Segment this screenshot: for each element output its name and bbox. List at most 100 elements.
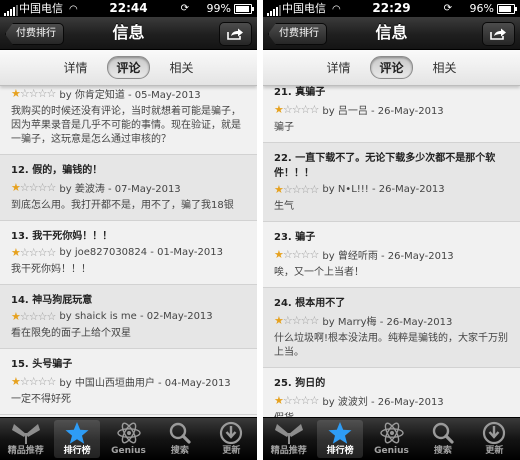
review-item[interactable]: 21. 真骗子 ★ ☆ ☆ ☆ ☆ by 吕一吕 - 26-May-2013 骗子: [263, 86, 520, 143]
star-empty-icon: ☆: [37, 181, 48, 194]
star-empty-icon: ☆: [309, 394, 320, 407]
star-empty-icon: ☆: [19, 246, 30, 259]
featured-icon: [0, 421, 51, 446]
star-filled-icon: ★: [274, 183, 284, 196]
star-rating: ★ ☆ ☆ ☆ ☆: [274, 314, 320, 327]
star-empty-icon: ☆: [291, 103, 302, 116]
review-meta: ★ ☆ ☆ ☆ ☆ by 曾经听雨 - 26-May-2013: [274, 247, 512, 262]
star-empty-icon: ☆: [28, 181, 39, 194]
review-author-date: by 吕一吕 - 26-May-2013: [322, 106, 444, 117]
tabbar-label: 搜索: [433, 446, 452, 456]
review-meta: ★ ☆ ☆ ☆ ☆ by shaick is me - 02-May-2013: [11, 310, 249, 323]
review-item[interactable]: 22. 一直下载不了。无论下载多少次都不是那个软件！！！ ★ ☆ ☆ ☆ ☆ by N•L!…: [263, 143, 520, 222]
reviews-list[interactable]: 21. 真骗子 ★ ☆ ☆ ☆ ☆ by 吕一吕 - 26-May-2013 骗子 22. 一直…: [263, 86, 520, 418]
star-empty-icon: ☆: [309, 183, 320, 196]
star-empty-icon: ☆: [28, 87, 39, 100]
tabbar-label: 更新: [222, 446, 241, 456]
tabbar-search[interactable]: 搜索: [417, 418, 468, 460]
star-icon: [314, 421, 365, 446]
star-empty-icon: ☆: [19, 310, 30, 323]
review-item[interactable]: 15. 头号骗子 ★ ☆ ☆ ☆ ☆ by 中国山西垣曲用户 - 04-May-2013 一定…: [0, 349, 257, 415]
tabbar-label: 排行榜: [326, 446, 354, 456]
star-empty-icon: ☆: [300, 314, 311, 327]
tabbar-genius[interactable]: Genius: [366, 418, 417, 460]
segmented-tabs: 详情 评论 相关: [263, 50, 520, 86]
share-icon: [227, 28, 243, 40]
tabbar-featured[interactable]: 精品推荐: [0, 418, 51, 460]
star-empty-icon: ☆: [309, 314, 320, 327]
star-empty-icon: ☆: [309, 248, 320, 261]
star-filled-icon: ★: [11, 87, 21, 100]
star-filled-icon: ★: [274, 394, 284, 407]
star-filled-icon: ★: [274, 248, 284, 261]
tabbar-updates[interactable]: 更新: [206, 418, 257, 460]
star-empty-icon: ☆: [46, 375, 57, 388]
review-body: 生气: [274, 201, 294, 212]
review-meta: ★ ☆ ☆ ☆ ☆ by Marry梅 - 26-May-2013: [274, 313, 512, 328]
review-body: 到底怎么用。我打开都不是，用不了，骗了我18银: [11, 200, 234, 211]
segmented-tabs: 详情 评论 相关: [0, 50, 257, 86]
navigation-bar: 付费排行 信息: [0, 17, 257, 50]
tab-bar: 精品推荐 排行榜 Genius 搜索 更新: [0, 417, 257, 460]
tabbar-updates[interactable]: 更新: [469, 418, 520, 460]
tabbar-genius[interactable]: Genius: [103, 418, 154, 460]
reviews-list[interactable]: ★ ☆ ☆ ☆ ☆ by 你肯定知道 - 05-May-2013 我购买的时候还没有评论，当…: [0, 86, 257, 418]
review-title: 12. 假的，骗钱的！: [11, 165, 103, 176]
star-empty-icon: ☆: [46, 246, 57, 259]
review-body: 骗子: [274, 122, 294, 133]
star-empty-icon: ☆: [37, 375, 48, 388]
star-empty-icon: ☆: [282, 314, 293, 327]
star-empty-icon: ☆: [282, 248, 293, 261]
review-meta: ★ ☆ ☆ ☆ ☆ by 吕一吕 - 26-May-2013: [274, 102, 512, 117]
star-empty-icon: ☆: [282, 394, 293, 407]
review-title: 21. 真骗子: [274, 87, 326, 98]
share-button[interactable]: [219, 22, 252, 46]
tab-reviews[interactable]: 评论: [370, 56, 413, 79]
review-meta: ★ ☆ ☆ ☆ ☆ by N•L!!! - 26-May-2013: [274, 183, 512, 196]
share-button[interactable]: [482, 22, 515, 46]
star-empty-icon: ☆: [19, 375, 30, 388]
star-rating: ★ ☆ ☆ ☆ ☆: [11, 246, 57, 259]
star-rating: ★ ☆ ☆ ☆ ☆: [274, 394, 320, 407]
updates-icon: [469, 421, 520, 446]
tab-related[interactable]: 相关: [425, 57, 465, 78]
review-item[interactable]: 13. 我干死你妈！！！ ★ ☆ ☆ ☆ ☆ by joe827030824 - 01-Ma…: [0, 221, 257, 285]
star-rating: ★ ☆ ☆ ☆ ☆: [11, 181, 56, 194]
star-filled-icon: ★: [274, 103, 284, 116]
search-icon: [417, 421, 468, 446]
star-empty-icon: ☆: [291, 394, 302, 407]
tabbar-top-charts[interactable]: 排行榜: [314, 418, 365, 460]
review-meta: ★ ☆ ☆ ☆ ☆ by 你肯定知道 - 05-May-2013: [11, 86, 249, 101]
tabbar-search[interactable]: 搜索: [154, 418, 205, 460]
star-empty-icon: ☆: [37, 310, 48, 323]
rotation-lock-icon: ⟳: [180, 3, 189, 14]
star-empty-icon: ☆: [291, 183, 302, 196]
review-item[interactable]: 12. 假的，骗钱的！ ★ ☆ ☆ ☆ ☆ by 姜波涛 - 07-May-2013 到底怎么…: [0, 155, 257, 221]
review-title: 14. 神马狗屁玩意: [11, 295, 93, 306]
tab-details[interactable]: 详情: [318, 57, 358, 78]
tabbar-top-charts[interactable]: 排行榜: [51, 418, 102, 460]
review-item[interactable]: 23. 骗子 ★ ☆ ☆ ☆ ☆ by 曾经听雨 - 26-May-2013 唉，又一个上当者…: [263, 222, 520, 288]
tab-reviews[interactable]: 评论: [107, 56, 150, 79]
star-empty-icon: ☆: [300, 103, 311, 116]
review-item[interactable]: 24. 根本用不了 ★ ☆ ☆ ☆ ☆ by Marry梅 - 26-May-2013 什么垃…: [263, 288, 520, 368]
review-title: 15. 头号骗子: [11, 359, 73, 370]
review-body: 什么垃圾啊!根本没法用。纯粹是骗钱的，大家千万别上当。: [274, 333, 509, 358]
tab-details[interactable]: 详情: [55, 57, 95, 78]
rotation-lock-icon: ⟳: [443, 3, 452, 14]
star-icon: [51, 421, 102, 446]
tabbar-featured[interactable]: 精品推荐: [263, 418, 314, 460]
tabbar-label: 更新: [485, 446, 504, 456]
tab-related[interactable]: 相关: [162, 57, 202, 78]
review-author-date: by Marry梅 - 26-May-2013: [322, 317, 453, 328]
star-empty-icon: ☆: [19, 181, 30, 194]
review-item[interactable]: 14. 神马狗屁玩意 ★ ☆ ☆ ☆ ☆ by shaick is me - 02-May-…: [0, 285, 257, 349]
review-body: 看在限免的面子上给个双星: [11, 328, 131, 339]
review-author-date: by 你肯定知道 - 05-May-2013: [59, 90, 201, 101]
star-rating: ★ ☆ ☆ ☆ ☆: [274, 103, 319, 116]
star-empty-icon: ☆: [282, 103, 293, 116]
star-empty-icon: ☆: [46, 87, 57, 100]
review-item[interactable]: ★ ☆ ☆ ☆ ☆ by 你肯定知道 - 05-May-2013 我购买的时候还没有评论，当…: [0, 86, 257, 155]
review-body: 我干死你妈！！！: [11, 264, 91, 275]
review-item[interactable]: 25. 狗日的★☆☆☆☆by 波波刘 - 26-May-2013假货: [263, 368, 520, 418]
